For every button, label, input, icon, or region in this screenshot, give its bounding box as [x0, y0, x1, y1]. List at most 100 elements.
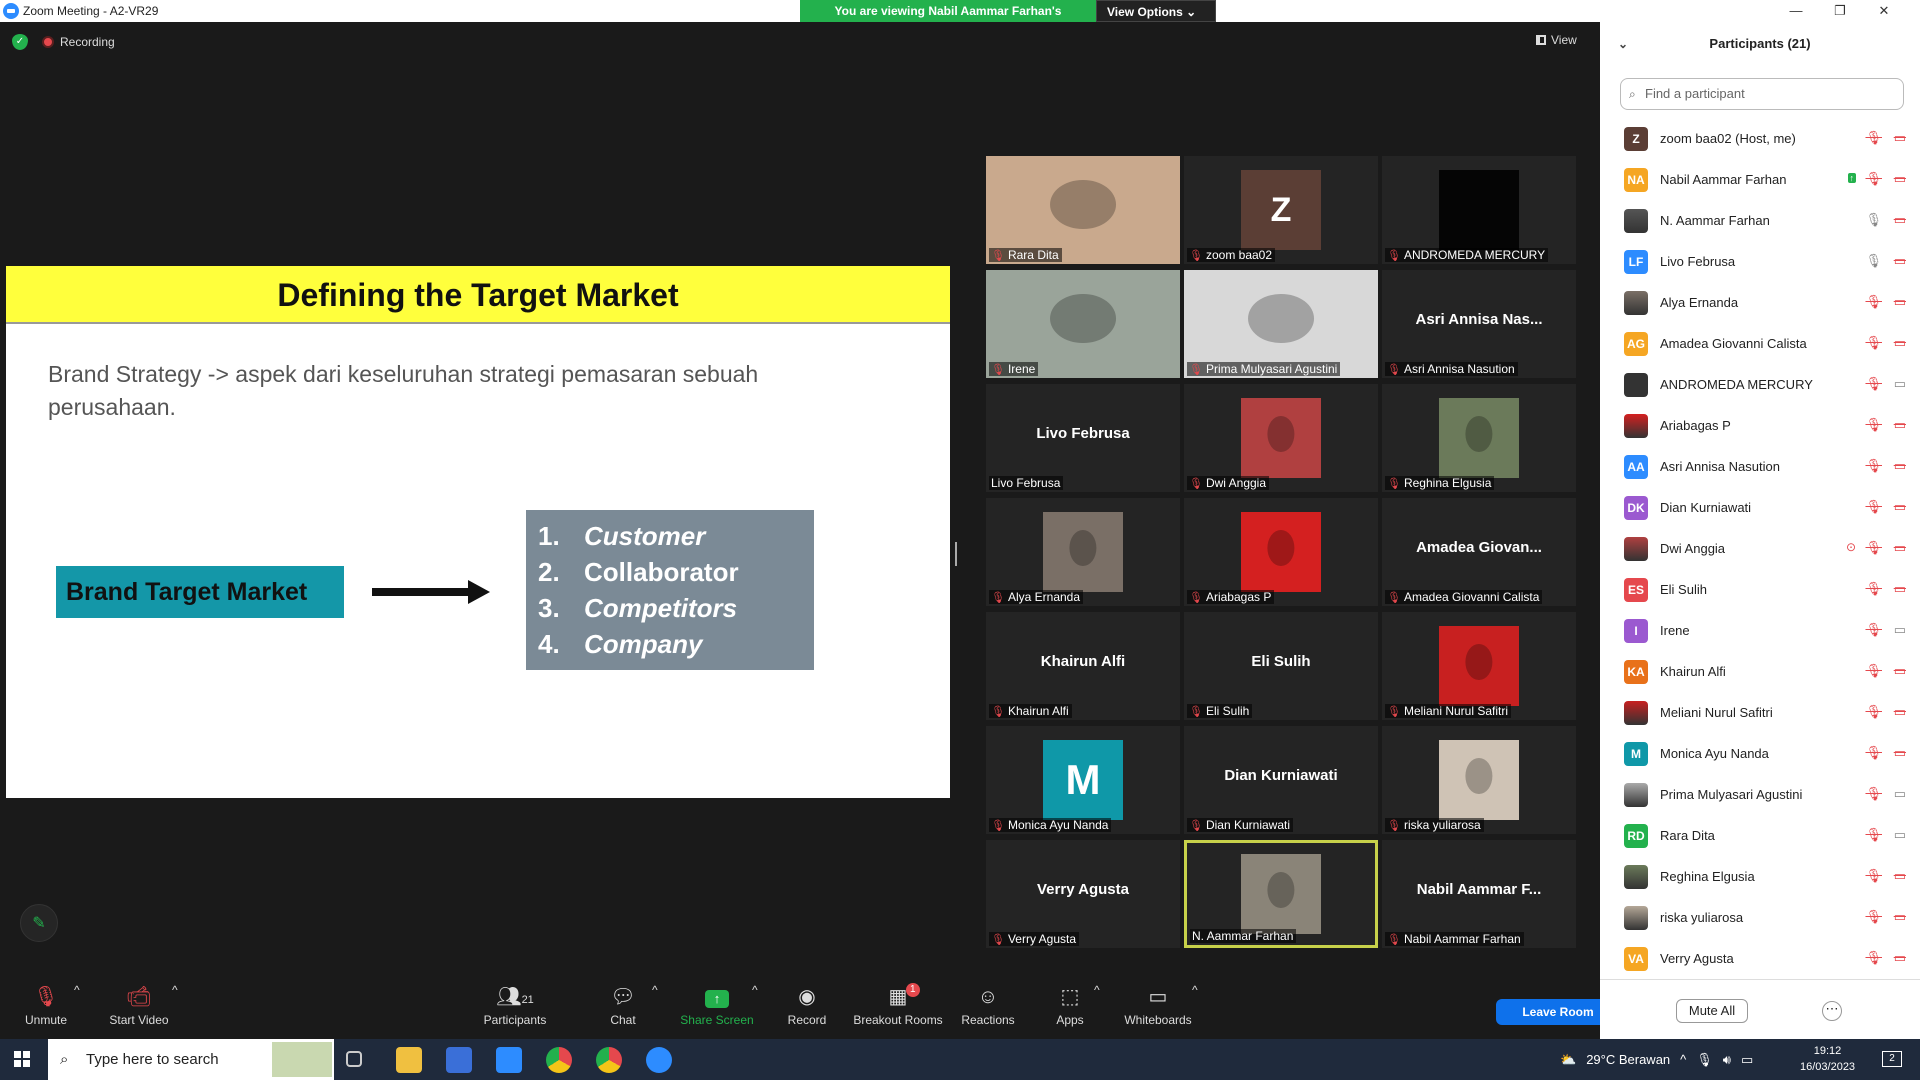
- mic-on-icon[interactable]: 🎙︎: [1865, 253, 1882, 269]
- mic-muted-icon[interactable]: 🎙︎: [1865, 663, 1882, 679]
- camera-off-icon[interactable]: ▭: [1894, 171, 1906, 187]
- zoom-taskbar-icon[interactable]: [646, 1047, 672, 1073]
- participant-row[interactable]: N. Aammar Farhan 🎙︎ ▭: [1600, 200, 1920, 241]
- camera-off-icon[interactable]: ▭: [1894, 294, 1906, 310]
- participant-row[interactable]: DK Dian Kurniawati 🎙︎ ▭: [1600, 487, 1920, 528]
- camera-off-icon[interactable]: ▭: [1894, 540, 1906, 556]
- share-options-caret[interactable]: ^: [752, 983, 758, 997]
- video-tile[interactable]: 🎙︎ Dwi Anggia: [1184, 384, 1378, 492]
- camera-on-icon[interactable]: ▭: [1894, 376, 1906, 392]
- taskbar-search-box[interactable]: ⌕ Type here to search: [48, 1039, 334, 1080]
- participant-search-input[interactable]: ⌕ Find a participant: [1620, 78, 1904, 110]
- breakout-rooms-button[interactable]: ▦ 1 Breakout Rooms: [852, 983, 944, 1027]
- camera-off-icon[interactable]: ▭: [1894, 253, 1906, 269]
- participant-row[interactable]: riska yuliarosa 🎙︎ ▭: [1600, 897, 1920, 938]
- view-button[interactable]: View: [1536, 33, 1577, 47]
- taskbar-clock[interactable]: 19:12 16/03/2023: [1800, 1043, 1855, 1075]
- participant-row[interactable]: AG Amadea Giovanni Calista 🎙︎ ▭: [1600, 323, 1920, 364]
- participant-row[interactable]: KA Khairun Alfi 🎙︎ ▭: [1600, 651, 1920, 692]
- mic-muted-icon[interactable]: 🎙︎: [1865, 909, 1882, 925]
- participant-row[interactable]: Meliani Nurul Safitri 🎙︎ ▭: [1600, 692, 1920, 733]
- start-video-button[interactable]: 📹︎ Start Video: [104, 983, 174, 1027]
- camera-off-icon[interactable]: ▭: [1894, 909, 1906, 925]
- video-tile[interactable]: 🎙︎ Ariabagas P: [1184, 498, 1378, 606]
- mute-all-button[interactable]: Mute All: [1676, 999, 1748, 1023]
- participant-row[interactable]: AA Asri Annisa Nasution 🎙︎ ▭: [1600, 446, 1920, 487]
- mic-muted-icon[interactable]: 🎙︎: [1865, 622, 1882, 638]
- chat-button[interactable]: 💬︎ Chat: [600, 983, 646, 1027]
- unmute-button[interactable]: 🎙︎ Unmute: [22, 983, 70, 1027]
- reactions-button[interactable]: ☺ Reactions: [958, 983, 1018, 1027]
- camera-on-icon[interactable]: ▭: [1894, 827, 1906, 843]
- apps-options-caret[interactable]: ^: [1094, 983, 1100, 997]
- mic-muted-icon[interactable]: 🎙︎: [1865, 950, 1882, 966]
- video-tile[interactable]: 🎙︎ Reghina Elgusia: [1382, 384, 1576, 492]
- chrome-icon[interactable]: [546, 1047, 572, 1073]
- mic-muted-icon[interactable]: 🎙︎: [1865, 130, 1882, 146]
- camera-off-icon[interactable]: ▭: [1894, 130, 1906, 146]
- video-tile[interactable]: 🎙︎ ANDROMEDA MERCURY: [1382, 156, 1576, 264]
- camera-off-icon[interactable]: ▭: [1894, 704, 1906, 720]
- mic-muted-icon[interactable]: 🎙︎: [1865, 458, 1882, 474]
- record-button[interactable]: ◉ Record: [784, 983, 830, 1027]
- recording-indicator[interactable]: Recording: [42, 35, 115, 49]
- minimize-button[interactable]: —: [1774, 0, 1818, 22]
- notifications-icon[interactable]: 2: [1882, 1051, 1902, 1067]
- mic-muted-icon[interactable]: 🎙︎: [1865, 786, 1882, 802]
- whiteboard-options-caret[interactable]: ^: [1192, 983, 1198, 997]
- split-view-handle[interactable]: [955, 542, 957, 566]
- mic-muted-icon[interactable]: 🎙︎: [1865, 171, 1882, 187]
- participant-row[interactable]: NA Nabil Aammar Farhan ↑ 🎙︎ ▭: [1600, 159, 1920, 200]
- camera-on-icon[interactable]: ▭: [1894, 622, 1906, 638]
- mic-muted-icon[interactable]: 🎙︎: [1865, 868, 1882, 884]
- mic-muted-icon[interactable]: 🎙︎: [1865, 827, 1882, 843]
- participant-row[interactable]: Alya Ernanda 🎙︎ ▭: [1600, 282, 1920, 323]
- video-tile[interactable]: Khairun Alfi 🎙︎ Khairun Alfi: [986, 612, 1180, 720]
- participant-row[interactable]: Zzoom baa02 (Host, me) 🎙︎ ▭: [1600, 118, 1920, 159]
- participant-row[interactable]: ANDROMEDA MERCURY 🎙︎ ▭: [1600, 364, 1920, 405]
- video-tile[interactable]: Nabil Aammar F... 🎙︎ Nabil Aammar Farhan: [1382, 840, 1576, 948]
- chrome-profile-icon[interactable]: [596, 1047, 622, 1073]
- participant-row[interactable]: Ariabagas P 🎙︎ ▭: [1600, 405, 1920, 446]
- video-tile[interactable]: 🎙︎ Rara Dita: [986, 156, 1180, 264]
- video-tile[interactable]: 🎙︎ Prima Mulyasari Agustini: [1184, 270, 1378, 378]
- camera-off-icon[interactable]: ▭: [1894, 663, 1906, 679]
- view-options-button[interactable]: View Options ⌄: [1096, 0, 1216, 22]
- file-explorer-icon[interactable]: [396, 1047, 422, 1073]
- camera-off-icon[interactable]: ▭: [1894, 212, 1906, 228]
- mic-muted-icon[interactable]: 🎙︎: [1865, 581, 1882, 597]
- participant-row[interactable]: RD Rara Dita 🎙︎ ▭: [1600, 815, 1920, 856]
- participant-row[interactable]: M Monica Ayu Nanda 🎙︎ ▭: [1600, 733, 1920, 774]
- video-tile[interactable]: Dian Kurniawati 🎙︎ Dian Kurniawati: [1184, 726, 1378, 834]
- close-button[interactable]: ✕: [1862, 0, 1906, 22]
- video-tile[interactable]: 🎙︎ Meliani Nurul Safitri: [1382, 612, 1576, 720]
- mic-muted-icon[interactable]: 🎙︎: [1865, 540, 1882, 556]
- more-options-button[interactable]: ⋯: [1822, 1001, 1842, 1021]
- task-view-icon[interactable]: [346, 1051, 362, 1067]
- mic-muted-icon[interactable]: 🎙︎: [1865, 294, 1882, 310]
- mic-on-icon[interactable]: 🎙︎: [1865, 212, 1882, 228]
- video-tile[interactable]: 🎙︎ riska yuliarosa: [1382, 726, 1576, 834]
- camera-off-icon[interactable]: ▭: [1894, 417, 1906, 433]
- apps-button[interactable]: ⬚ Apps: [1050, 983, 1090, 1027]
- mail-icon[interactable]: [496, 1047, 522, 1073]
- camera-off-icon[interactable]: ▭: [1894, 458, 1906, 474]
- mic-muted-icon[interactable]: 🎙︎: [1865, 704, 1882, 720]
- mic-muted-icon[interactable]: 🎙︎: [1865, 376, 1882, 392]
- participant-row[interactable]: Reghina Elgusia 🎙︎ ▭: [1600, 856, 1920, 897]
- video-tile[interactable]: N. Aammar Farhan: [1184, 840, 1378, 948]
- camera-off-icon[interactable]: ▭: [1894, 335, 1906, 351]
- video-options-caret[interactable]: ^: [172, 983, 178, 997]
- camera-on-icon[interactable]: ▭: [1894, 786, 1906, 802]
- collapse-chevron-icon[interactable]: ⌄: [1618, 22, 1628, 66]
- video-tile[interactable]: Z 🎙︎ zoom baa02: [1184, 156, 1378, 264]
- mic-muted-icon[interactable]: 🎙︎: [1865, 335, 1882, 351]
- participant-row[interactable]: ES Eli Sulih 🎙︎ ▭: [1600, 569, 1920, 610]
- share-screen-button[interactable]: ↑ Share Screen: [678, 983, 756, 1027]
- microphone-tray-icon[interactable]: 🎙︎: [1696, 1052, 1713, 1068]
- video-tile[interactable]: Livo Februsa Livo Februsa: [986, 384, 1180, 492]
- whiteboards-button[interactable]: ▭ Whiteboards: [1120, 983, 1196, 1027]
- video-tile[interactable]: M 🎙︎ Monica Ayu Nanda: [986, 726, 1180, 834]
- volume-icon[interactable]: 🔊︎: [1723, 1052, 1731, 1068]
- camera-off-icon[interactable]: ▭: [1894, 581, 1906, 597]
